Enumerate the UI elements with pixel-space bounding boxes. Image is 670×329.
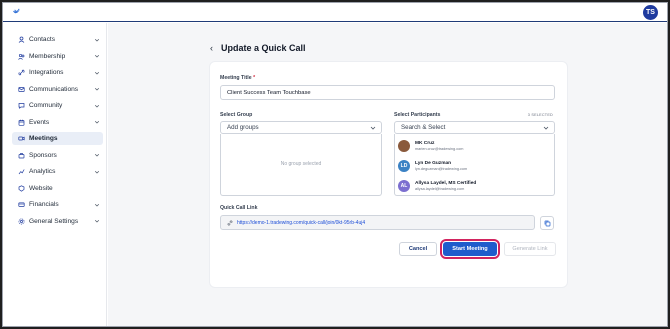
sidebar-item-label: Integrations [29, 69, 64, 76]
participant-avatar: LD [398, 160, 410, 172]
quick-call-link-label: Quick Call Link [220, 205, 258, 211]
participant-info: Lyn De Guzman lyn.deguzman@tradewing.com [415, 161, 467, 171]
chevron-down-icon[interactable] [94, 70, 100, 76]
sidebar-item-label: Communications [29, 85, 79, 93]
sidebar-item-label: Analytics [29, 168, 56, 175]
group-select[interactable]: Add groups [220, 121, 382, 134]
copy-link-button[interactable] [540, 216, 554, 230]
events-icon [18, 119, 25, 126]
sidebar-item-sponsors[interactable]: Sponsors [12, 149, 103, 162]
quick-call-link-field[interactable]: https://demo-1.tradewing.com/quick-call/… [220, 215, 535, 230]
chevron-down-icon[interactable] [94, 218, 100, 224]
participants-select[interactable]: Search & Select [394, 121, 555, 134]
chevron-down-icon[interactable] [94, 119, 100, 125]
sidebar-item-label: Sponsors [29, 151, 57, 159]
analytics-icon [18, 169, 25, 175]
sidebar-item-general-settings[interactable]: General Settings [12, 215, 103, 228]
start-meeting-button[interactable]: Start Meeting [440, 239, 500, 259]
participant-email: allysa.laydel@tradewing.com [415, 187, 465, 191]
participant-info: Allysa Laydel, MS Certified allysa.laydel… [415, 181, 476, 191]
sidebar-item-contacts[interactable]: Contacts [12, 33, 103, 46]
sidebar-item-communications[interactable]: Communications [12, 83, 103, 96]
participants-list-panel: MK Cruz marien.cruz@tradewing.com LD Lyn De… [394, 134, 555, 196]
top-bar: TS [3, 3, 667, 22]
meetings-icon [18, 136, 25, 141]
sidebar-item-label: General Settings [29, 217, 79, 225]
sidebar-item-label: Contacts [29, 36, 56, 43]
chevron-down-icon[interactable] [94, 169, 100, 175]
sidebar-item-label: Events [29, 118, 50, 126]
participant-email: marien.cruz@tradewing.com [415, 147, 464, 151]
back-arrow-icon[interactable]: ‹ [210, 43, 213, 53]
sidebar: Contacts Membership Integrations Communicat… [3, 23, 107, 326]
tradewing-logo-icon[interactable] [12, 8, 21, 17]
sidebar-item-label: Community [29, 102, 63, 109]
page-header: ‹ Update a Quick Call [210, 43, 306, 53]
participant-item[interactable]: MK Cruz marien.cruz@tradewing.com [398, 136, 553, 156]
generate-link-button[interactable]: Generate Link [504, 242, 556, 256]
participant-name: Allysa Laydel, MS Certified [415, 181, 477, 186]
chevron-down-icon [370, 126, 376, 130]
empty-group-text: No group selected [280, 161, 322, 167]
sidebar-item-label: Meetings [29, 135, 58, 142]
main-content: ‹ Update a Quick Call Meeting Title * Cl… [108, 23, 667, 326]
sidebar-item-events[interactable]: Events [12, 116, 103, 129]
sidebar-item-analytics[interactable]: Analytics [12, 165, 103, 178]
select-group-label: Select Group [220, 112, 253, 118]
participant-name: MK Cruz [415, 141, 435, 146]
chevron-down-icon [543, 126, 549, 130]
meeting-title-label: Meeting Title * [220, 75, 256, 81]
communications-icon [18, 86, 25, 92]
sidebar-item-label: Membership [29, 52, 66, 60]
chevron-down-icon[interactable] [94, 53, 100, 59]
group-list-panel: No group selected [220, 134, 382, 196]
chevron-down-icon[interactable] [94, 37, 100, 43]
contacts-icon [18, 36, 25, 43]
sidebar-item-website[interactable]: Website [12, 182, 103, 195]
app-window: TS Contacts Membership Integrations Communi… [2, 2, 668, 327]
participant-name: Lyn De Guzman [415, 161, 452, 166]
settings-icon [18, 218, 25, 224]
select-participants-label: Select Participants [394, 112, 441, 118]
selected-count: 3 SELECTED [527, 113, 553, 117]
community-icon [18, 103, 25, 109]
website-icon [18, 184, 25, 192]
membership-icon [18, 53, 25, 60]
participant-item[interactable]: LD Lyn De Guzman lyn.deguzman@tradewing.co… [398, 156, 553, 176]
participant-avatar [398, 140, 410, 152]
integrations-icon [18, 69, 25, 76]
financials-icon [18, 202, 25, 207]
chevron-down-icon[interactable] [94, 103, 100, 109]
participant-email: lyn.deguzman@tradewing.com [415, 167, 468, 171]
sidebar-item-integrations[interactable]: Integrations [12, 66, 103, 79]
quick-call-link[interactable]: https://demo-1.tradewing.com/quick-call/… [237, 220, 365, 226]
page-title: Update a Quick Call [221, 43, 306, 53]
participant-avatar: AL [398, 180, 410, 192]
sidebar-item-label: Financials [29, 201, 59, 208]
sidebar-item-meetings[interactable]: Meetings [12, 132, 103, 145]
sidebar-item-label: Website [29, 184, 53, 192]
chevron-down-icon[interactable] [94, 86, 100, 92]
participant-info: MK Cruz marien.cruz@tradewing.com [415, 141, 463, 151]
cancel-button[interactable]: Cancel [399, 242, 437, 256]
chevron-down-icon[interactable] [94, 152, 100, 158]
sidebar-item-financials[interactable]: Financials [12, 198, 103, 211]
link-icon [227, 220, 233, 225]
quick-call-form: Meeting Title * Client Success Team Touc… [209, 61, 568, 288]
user-avatar[interactable]: TS [643, 5, 658, 20]
copy-icon [544, 220, 550, 226]
sidebar-item-community[interactable]: Community [12, 99, 103, 112]
meeting-title-input[interactable]: Client Success Team Touchbase [220, 85, 555, 100]
participant-item[interactable]: AL Allysa Laydel, MS Certified allysa.layd… [398, 176, 553, 196]
sponsors-icon [18, 152, 25, 158]
sidebar-item-membership[interactable]: Membership [12, 50, 103, 63]
chevron-down-icon[interactable] [94, 202, 100, 208]
